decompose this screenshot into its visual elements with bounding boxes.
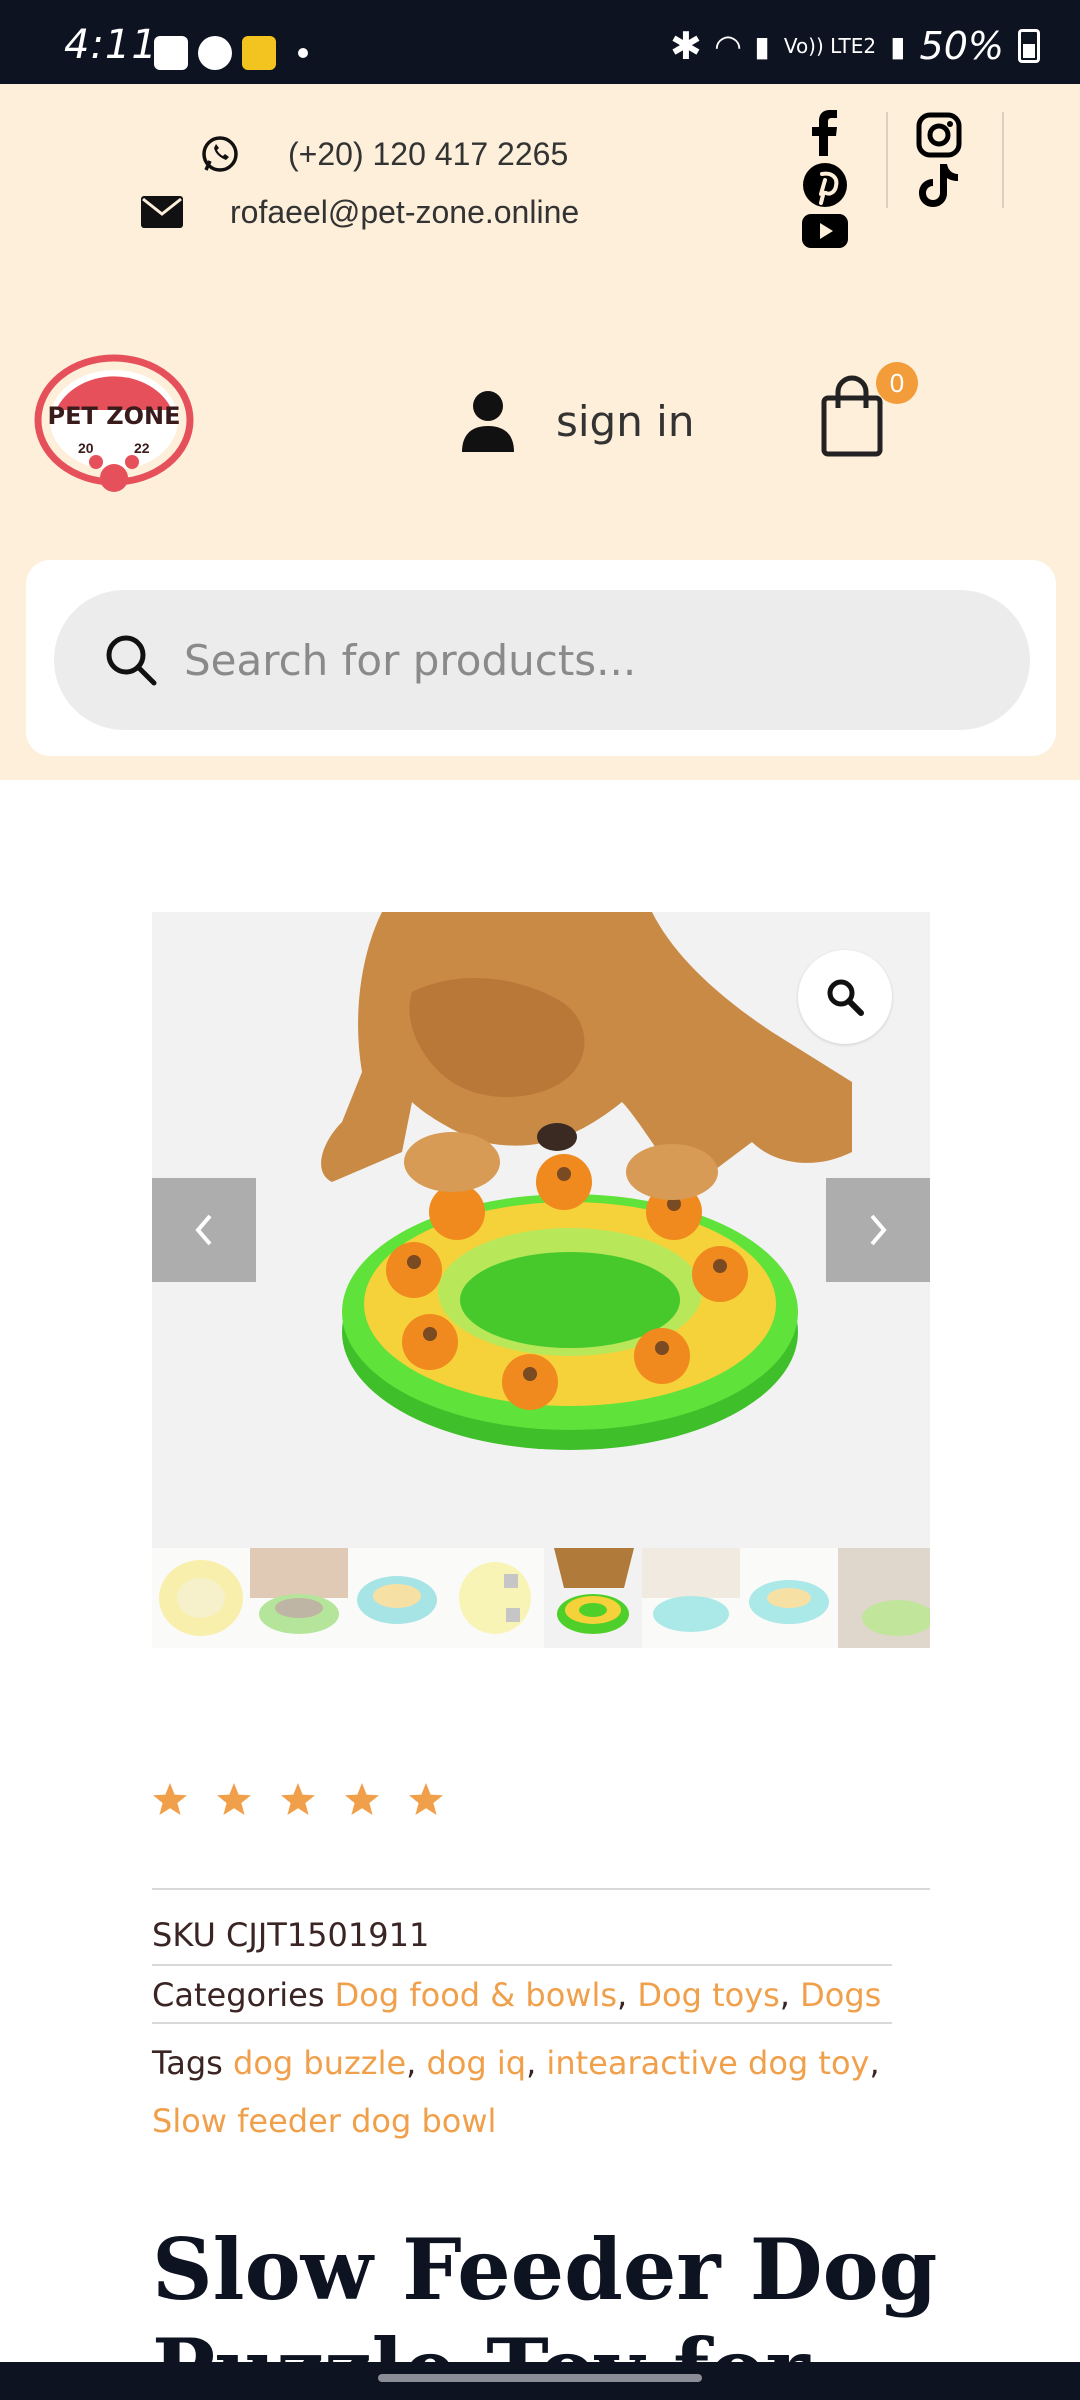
envelope-icon [140,190,184,234]
thumbnail[interactable] [642,1548,740,1648]
social-divider [886,112,888,208]
thumbnail[interactable] [250,1548,348,1648]
star-icon [153,1783,187,1815]
magnifier-icon [827,979,864,1016]
tag-link[interactable]: dog iq [427,2044,527,2082]
thumbnail[interactable] [348,1548,446,1648]
search-bar[interactable] [54,590,1030,730]
thumbnail-active[interactable] [544,1548,642,1648]
tag-link[interactable]: Slow feeder dog bowl [152,2102,496,2140]
instagram-icon[interactable] [916,112,962,163]
social-divider-2 [1002,112,1004,208]
status-right: ✱ ◠ ▮ Vo)) LTE2 ▮ 50% [670,24,1040,68]
star-icon [345,1783,379,1815]
search-input[interactable] [184,635,964,685]
star-icon [281,1783,315,1815]
thumbnail-strip [152,1548,930,1648]
pet-zone-logo[interactable]: PET ZONE 20 22 [34,350,194,496]
wifi-icon: ◠ [715,27,741,65]
pinterest-icon[interactable] [802,162,848,213]
categories-label: Categories [152,1976,325,2014]
contact-bar: (+20) 120 417 2265 rofaeel@pet-zone.onli… [0,84,1080,304]
cart-count-badge: 0 [876,362,918,404]
phone-contact[interactable]: (+20) 120 417 2265 [198,132,568,176]
battery-icon [1018,29,1040,63]
category-link[interactable]: Dog food & bowls [335,1976,617,2014]
meta-divider [152,1888,930,1890]
chevron-right-icon [870,1214,887,1246]
tags-label: Tags [152,2044,223,2082]
search-card [26,560,1056,756]
status-bar: 4:11 ✱ ◠ ▮ Vo)) LTE2 ▮ 50% [0,0,1080,84]
thumbnail[interactable] [152,1548,250,1648]
category-link[interactable]: Dogs [800,1976,881,2014]
meta-divider [152,2022,892,2024]
bluetooth-icon: ✱ [669,24,702,68]
gallery-next-button[interactable] [826,1178,930,1282]
user-icon [462,391,514,452]
rating-stars [152,1782,444,1818]
whatsapp-icon [198,132,242,176]
signal-icon-2: ▮ [890,29,906,63]
phone-number: (+20) 120 417 2265 [288,135,569,172]
email-contact[interactable]: rofaeel@pet-zone.online [140,190,579,234]
gallery-prev-button[interactable] [152,1178,256,1282]
gallery-notification-icon [154,36,188,70]
logo-year-left: 20 [78,440,94,456]
email-address: rofaeel@pet-zone.online [230,193,580,230]
sign-in-label: sign in [556,396,695,446]
sku-value: CJJT1501911 [226,1916,430,1954]
category-link[interactable]: Dog toys [637,1976,779,2014]
shopping-bag-icon [821,375,883,457]
thumbnail[interactable] [838,1548,930,1648]
tag-link[interactable]: dog buzzle [233,2044,406,2082]
signal-icon: ▮ [754,29,770,63]
star-icon [217,1783,251,1815]
message-notification-icon [198,36,232,70]
chevron-left-icon [195,1214,212,1246]
thumbnail[interactable] [446,1548,544,1648]
zoom-button[interactable] [798,950,892,1044]
network-label: Vo)) LTE2 [783,34,877,58]
logo-year-right: 22 [134,440,150,456]
categories-row: Categories Dog food & bowls, Dog toys, D… [152,1976,882,2014]
facebook-icon[interactable] [806,110,844,161]
tags-row: Tags dog buzzle, dog iq, intearactive do… [152,2044,880,2140]
tiktok-icon[interactable] [918,162,960,213]
search-icon[interactable] [104,633,158,687]
notification-icons [154,36,308,70]
star-icon [409,1783,443,1815]
logo-text: PET ZONE [47,402,181,430]
meta-divider [152,1964,892,1966]
sku-row: SKU CJJT1501911 [152,1916,429,1954]
status-time: 4:11 [64,22,158,68]
more-notifications-icon [298,48,308,58]
sign-in-link[interactable]: sign in [460,390,694,452]
youtube-icon[interactable] [802,214,848,253]
home-gesture-bar[interactable] [378,2374,702,2382]
site-header: PET ZONE 20 22 sign in 0 [0,304,1080,780]
sku-label: SKU [152,1916,216,1954]
battery-text: 50% [919,24,1004,68]
thumbnail[interactable] [740,1548,838,1648]
tag-link[interactable]: intearactive dog toy [546,2044,869,2082]
app-notification-icon [242,36,276,70]
